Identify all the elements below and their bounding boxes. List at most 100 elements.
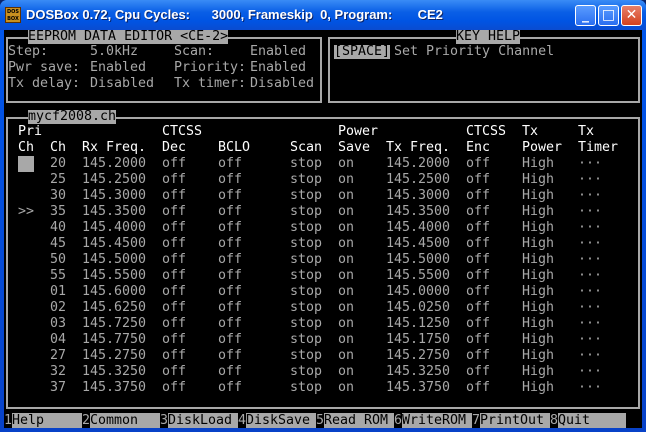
cell-tx[interactable]: 145.1750 (386, 332, 450, 348)
setting-value[interactable]: Enabled (90, 60, 146, 76)
cell-power[interactable]: High (522, 172, 554, 188)
cell-timer[interactable]: ··· (578, 300, 602, 316)
cell-bclo[interactable]: off (218, 188, 242, 204)
cell-tx[interactable]: 145.2000 (386, 156, 450, 172)
cell-dec[interactable]: off (162, 364, 186, 380)
cell-rx[interactable]: 145.3750 (82, 380, 146, 396)
table-row[interactable]: 45 145.4500 off off stop on 145.4500 off High ··· (4, 236, 634, 252)
cell-timer[interactable]: ··· (578, 236, 602, 252)
setting-value[interactable]: Enabled (250, 44, 306, 60)
cell-dec[interactable]: off (162, 300, 186, 316)
cell-timer[interactable]: ··· (578, 172, 602, 188)
cell-dec[interactable]: off (162, 316, 186, 332)
cell-timer[interactable]: ··· (578, 332, 602, 348)
cell-save[interactable]: on (338, 220, 354, 236)
cell-dec[interactable]: off (162, 252, 186, 268)
cell-save[interactable]: on (338, 252, 354, 268)
cell-timer[interactable]: ··· (578, 156, 602, 172)
cell-save[interactable]: on (338, 348, 354, 364)
cell-rx[interactable]: 145.7250 (82, 316, 146, 332)
cell-rx[interactable]: 145.3500 (82, 204, 146, 220)
cell-dec[interactable]: off (162, 188, 186, 204)
cell-ch[interactable]: 37 (50, 380, 66, 396)
cell-power[interactable]: High (522, 364, 554, 380)
dosbox-app-icon[interactable]: DOS BOX (5, 7, 21, 23)
cell-ch[interactable]: 20 (50, 156, 66, 172)
cell-scan[interactable]: stop (290, 348, 322, 364)
cell-scan[interactable]: stop (290, 316, 322, 332)
cell-tx[interactable]: 145.3000 (386, 188, 450, 204)
cell-enc[interactable]: off (466, 236, 490, 252)
cell-timer[interactable]: ··· (578, 364, 602, 380)
cell-timer[interactable]: ··· (578, 204, 602, 220)
cell-ch[interactable]: 30 (50, 188, 66, 204)
maximize-button[interactable]: □ (598, 5, 619, 26)
cell-timer[interactable]: ··· (578, 348, 602, 364)
cell-scan[interactable]: stop (290, 188, 322, 204)
cell-power[interactable]: High (522, 316, 554, 332)
cell-scan[interactable]: stop (290, 252, 322, 268)
cell-tx[interactable]: 145.4500 (386, 236, 450, 252)
cell-enc[interactable]: off (466, 364, 490, 380)
cell-dec[interactable]: off (162, 348, 186, 364)
cell-bclo[interactable]: off (218, 348, 242, 364)
cell-save[interactable]: on (338, 172, 354, 188)
setting-value[interactable]: Enabled (250, 60, 306, 76)
cell-rx[interactable]: 145.3250 (82, 364, 146, 380)
cell-ch[interactable]: 35 (50, 204, 66, 220)
table-row[interactable]: 37 145.3750 off off stop on 145.3750 off High ··· (4, 380, 634, 396)
function-key-8[interactable]: 8Quit (550, 413, 627, 428)
cell-tx[interactable]: 145.3750 (386, 380, 450, 396)
cell-tx[interactable]: 145.2750 (386, 348, 450, 364)
minimize-button[interactable]: _ (575, 5, 596, 26)
cell-power[interactable]: High (522, 188, 554, 204)
cell-enc[interactable]: off (466, 332, 490, 348)
cell-timer[interactable]: ··· (578, 268, 602, 284)
cell-scan[interactable]: stop (290, 300, 322, 316)
cell-scan[interactable]: stop (290, 220, 322, 236)
cell-dec[interactable]: off (162, 268, 186, 284)
cell-tx[interactable]: 145.3250 (386, 364, 450, 380)
function-key-4[interactable]: 4DiskSave (238, 413, 317, 428)
title-bar[interactable]: DOS BOX DOSBox 0.72, Cpu Cycles: 3000, Fr… (0, 0, 646, 30)
cell-enc[interactable]: off (466, 156, 490, 172)
cell-power[interactable]: High (522, 300, 554, 316)
cell-dec[interactable]: off (162, 204, 186, 220)
function-key-3[interactable]: 3DiskLoad (160, 413, 239, 428)
cell-rx[interactable]: 145.3000 (82, 188, 146, 204)
cell-dec[interactable]: off (162, 156, 186, 172)
cell-bclo[interactable]: off (218, 236, 242, 252)
cell-bclo[interactable]: off (218, 316, 242, 332)
cell-save[interactable]: on (338, 284, 354, 300)
priority-cursor[interactable] (18, 156, 34, 172)
cell-tx[interactable]: 145.5000 (386, 252, 450, 268)
cell-enc[interactable]: off (466, 220, 490, 236)
cell-bclo[interactable]: off (218, 252, 242, 268)
cell-tx[interactable]: 145.0250 (386, 300, 450, 316)
table-row[interactable]: 02 145.6250 off off stop on 145.0250 off High ··· (4, 300, 634, 316)
cell-ch[interactable]: 02 (50, 300, 66, 316)
cell-enc[interactable]: off (466, 188, 490, 204)
cell-dec[interactable]: off (162, 236, 186, 252)
function-key-7[interactable]: 7PrintOut (472, 413, 551, 428)
cell-ch[interactable]: 50 (50, 252, 66, 268)
cell-bclo[interactable]: off (218, 156, 242, 172)
cell-tx[interactable]: 145.3500 (386, 204, 450, 220)
cell-save[interactable]: on (338, 316, 354, 332)
cell-bclo[interactable]: off (218, 300, 242, 316)
cell-ch[interactable]: 01 (50, 284, 66, 300)
cell-dec[interactable]: off (162, 284, 186, 300)
cell-ch[interactable]: 03 (50, 316, 66, 332)
cell-rx[interactable]: 145.7750 (82, 332, 146, 348)
cell-power[interactable]: High (522, 380, 554, 396)
cell-timer[interactable]: ··· (578, 380, 602, 396)
cell-scan[interactable]: stop (290, 364, 322, 380)
cell-rx[interactable]: 145.4000 (82, 220, 146, 236)
cell-bclo[interactable]: off (218, 332, 242, 348)
cell-ch[interactable]: 55 (50, 268, 66, 284)
cell-save[interactable]: on (338, 268, 354, 284)
setting-value[interactable]: 5.0kHz (90, 44, 138, 60)
function-key-1[interactable]: 1Help (4, 413, 83, 428)
cell-rx[interactable]: 145.2500 (82, 172, 146, 188)
cell-scan[interactable]: stop (290, 236, 322, 252)
